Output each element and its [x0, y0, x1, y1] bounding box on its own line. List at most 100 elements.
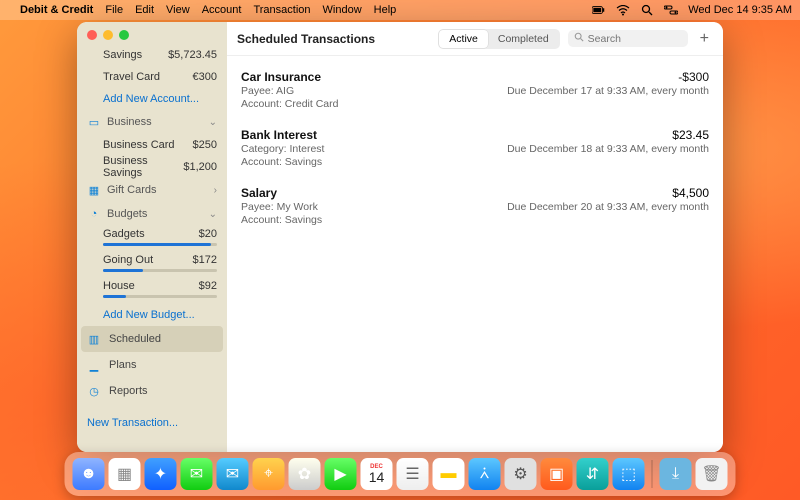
menu-view[interactable]: View	[166, 4, 190, 16]
window-controls	[77, 22, 227, 44]
sidebar: Savings $5,723.45 Travel Card €300 Add N…	[77, 22, 227, 452]
close-window-button[interactable]	[87, 30, 97, 40]
chevron-right-icon: ›	[214, 185, 217, 196]
add-account-link[interactable]: Add New Account...	[77, 88, 227, 110]
budget-amount: $172	[193, 254, 217, 266]
tx-amount: $23.45	[672, 128, 709, 142]
nav-reports[interactable]: ◷ Reports	[77, 378, 227, 404]
nav-label: Plans	[109, 359, 137, 371]
tx-meta2: Account: Savings	[241, 156, 709, 168]
clock-icon: ◷	[87, 385, 101, 398]
chevron-down-icon: ⌄	[209, 117, 217, 128]
section-budgets[interactable]: ◔ Budgets ⌄	[77, 202, 227, 226]
chevron-down-icon: ⌄	[209, 209, 217, 220]
add-transaction-button[interactable]: +	[696, 30, 713, 48]
section-giftcards[interactable]: ▦ Gift Cards ›	[77, 178, 227, 202]
dock-separator	[652, 460, 653, 488]
tx-meta-right: Due December 20 at 9:33 AM, every month	[507, 201, 709, 213]
dock-mail-icon[interactable]: ✉	[217, 458, 249, 490]
dock-photos-icon[interactable]: ✿	[289, 458, 321, 490]
menu-transaction[interactable]: Transaction	[253, 4, 310, 16]
menubar-clock[interactable]: Wed Dec 14 9:35 AM	[688, 4, 792, 16]
budget-bar	[103, 295, 217, 298]
budget-row[interactable]: Gadgets$20	[77, 226, 227, 252]
menu-account[interactable]: Account	[202, 4, 242, 16]
tab-active[interactable]: Active	[439, 30, 488, 48]
section-label: Gift Cards	[107, 184, 157, 196]
tab-completed[interactable]: Completed	[488, 30, 559, 48]
nav-scheduled[interactable]: ▥ Scheduled	[81, 326, 223, 352]
cal-day: 14	[369, 470, 385, 484]
giftcard-icon: ▦	[87, 184, 101, 197]
dock-reminders-icon[interactable]: ☰	[397, 458, 429, 490]
budget-label: House	[103, 280, 135, 292]
menu-help[interactable]: Help	[374, 4, 397, 16]
page-title: Scheduled Transactions	[237, 32, 375, 46]
dock-app1-icon[interactable]: ▣	[541, 458, 573, 490]
budget-row[interactable]: House$92	[77, 278, 227, 304]
section-label: Budgets	[107, 208, 147, 220]
menu-file[interactable]: File	[105, 4, 123, 16]
wifi-icon[interactable]	[616, 3, 630, 17]
account-amount: $1,200	[183, 161, 217, 173]
dock-finder-icon[interactable]: ☻	[73, 458, 105, 490]
section-business[interactable]: ▭ Business ⌄	[77, 110, 227, 134]
dock-app2-icon[interactable]: ⇵	[577, 458, 609, 490]
app-window: Savings $5,723.45 Travel Card €300 Add N…	[77, 22, 723, 452]
dock-facetime-icon[interactable]: ▶	[325, 458, 357, 490]
minimize-window-button[interactable]	[103, 30, 113, 40]
dock-notes-icon[interactable]: ▬	[433, 458, 465, 490]
dock-app3-icon[interactable]: ⬚	[613, 458, 645, 490]
app-menu[interactable]: Debit & Credit	[20, 4, 93, 16]
budget-row[interactable]: Going Out $172	[77, 252, 227, 278]
search-icon	[574, 32, 584, 45]
menu-edit[interactable]: Edit	[135, 4, 154, 16]
account-label: Travel Card	[103, 71, 160, 83]
tx-meta-left: Payee: My Work	[241, 201, 318, 213]
calendar-icon: ▥	[87, 333, 101, 346]
nav-plans[interactable]: ▁ Plans	[77, 352, 227, 378]
tx-meta-left: Payee: AIG	[241, 85, 294, 97]
dock-downloads-icon[interactable]: ⤓	[660, 458, 692, 490]
new-transaction-link[interactable]: New Transaction...	[77, 412, 227, 434]
zoom-window-button[interactable]	[119, 30, 129, 40]
chart-icon: ▁	[87, 359, 101, 372]
briefcase-icon: ▭	[87, 116, 101, 129]
account-label: Savings	[103, 49, 142, 61]
dock-messages-icon[interactable]: ✉	[181, 458, 213, 490]
budget-fill	[103, 269, 143, 272]
dock-settings-icon[interactable]: ⚙	[505, 458, 537, 490]
budget-bar	[103, 243, 217, 246]
account-row[interactable]: Savings $5,723.45	[77, 44, 227, 66]
search-input[interactable]	[588, 33, 668, 45]
dock-trash-icon[interactable]: 🗑	[696, 458, 728, 490]
budget-label: Gadgets	[103, 228, 145, 240]
menu-window[interactable]: Window	[323, 4, 362, 16]
budget-label: Going Out	[103, 254, 153, 266]
main-panel: Scheduled Transactions Active Completed …	[227, 22, 723, 452]
tab-segmented-control: Active Completed	[438, 29, 559, 49]
add-budget-link[interactable]: Add New Budget...	[77, 304, 227, 326]
account-row[interactable]: Travel Card €300	[77, 66, 227, 88]
tx-meta2: Account: Savings	[241, 214, 709, 226]
account-row[interactable]: Business Card $250	[77, 134, 227, 156]
account-row[interactable]: Business Savings $1,200	[77, 156, 227, 178]
dock-calendar-icon[interactable]: DEC 14	[361, 458, 393, 490]
dock-safari-icon[interactable]: ✦	[145, 458, 177, 490]
transaction-row[interactable]: Salary $4,500 Payee: My Work Due Decembe…	[241, 178, 709, 236]
search-field[interactable]	[568, 30, 688, 47]
battery-icon[interactable]	[592, 3, 606, 17]
dock-maps-icon[interactable]: ⌖	[253, 458, 285, 490]
dock-appstore-icon[interactable]: ⩑	[469, 458, 501, 490]
dock-launchpad-icon[interactable]: ▦	[109, 458, 141, 490]
control-center-icon[interactable]	[664, 3, 678, 17]
budget-fill	[103, 295, 126, 298]
transaction-row[interactable]: Car Insurance -$300 Payee: AIG Due Decem…	[241, 62, 709, 120]
account-label: Business Savings	[103, 155, 183, 179]
transaction-row[interactable]: Bank Interest $23.45 Category: Interest …	[241, 120, 709, 178]
account-amount: $5,723.45	[168, 49, 217, 61]
budget-icon: ◔	[87, 208, 101, 220]
search-menubar-icon[interactable]	[640, 3, 654, 17]
tx-name: Bank Interest	[241, 128, 317, 142]
nav-label: Reports	[109, 385, 148, 397]
